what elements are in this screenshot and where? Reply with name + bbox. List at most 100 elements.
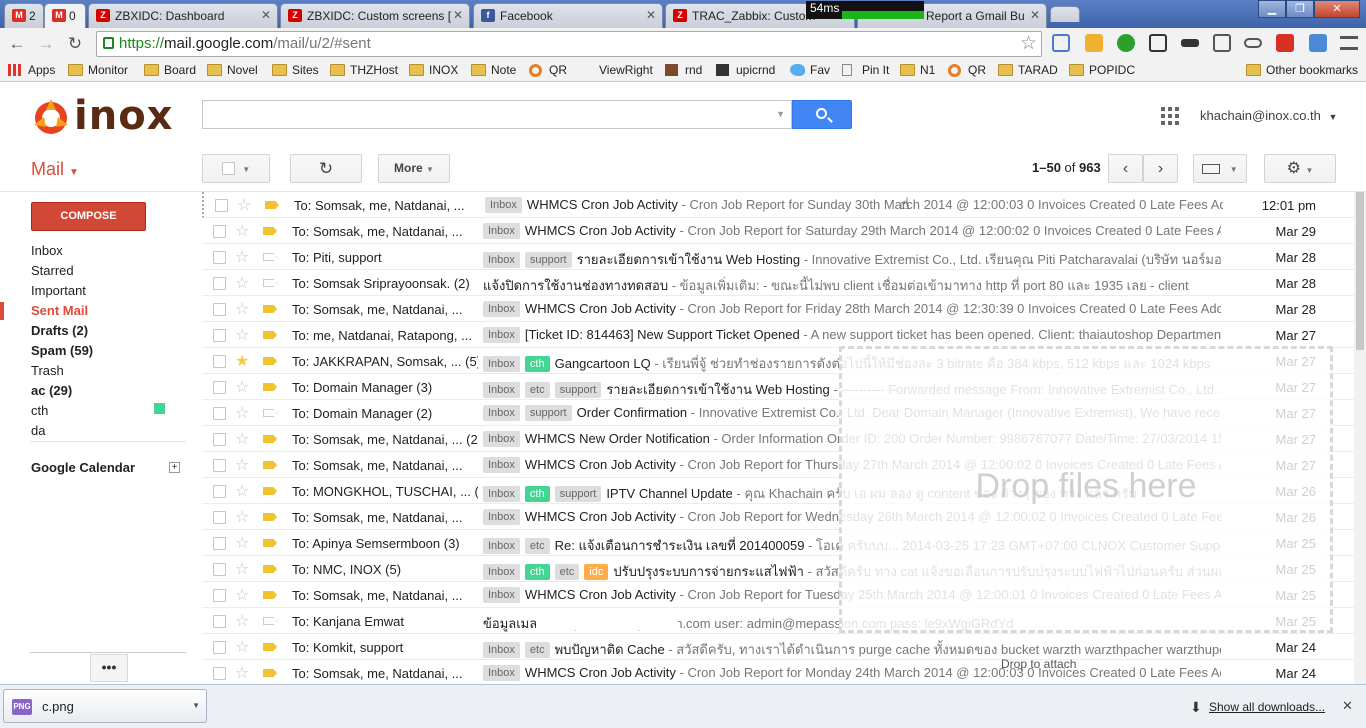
close-tab-icon[interactable]: ✕ [453,8,463,22]
google-apps-icon[interactable] [1161,107,1179,125]
label-chip-inbox[interactable]: Inbox [483,564,520,580]
search-button[interactable] [792,100,852,129]
label-chip-support[interactable]: support [524,252,572,268]
input-tools-button[interactable]: ▼ [1193,154,1247,183]
importance-marker-icon[interactable] [263,279,277,287]
newer-button[interactable]: ‹ [1108,154,1143,183]
nav-spam[interactable]: Spam (59) [31,343,93,358]
importance-marker-icon[interactable] [265,201,279,209]
label-chip-inbox[interactable]: Inbox [483,431,520,447]
label-chip-inbox[interactable]: Inbox [483,327,520,343]
row-checkbox[interactable] [213,459,226,472]
tab-zbxidc-dashboard[interactable]: Z ZBXIDC: Dashboard ✕ [88,3,278,28]
label-chip-cth[interactable]: cth [524,486,550,502]
label-chip-support[interactable]: support [554,486,602,502]
message-row[interactable]: ☆ To: me, Natdanai, Ratapong, ... Inbox [Ti… [202,322,1354,348]
nav-label-cth[interactable]: cth [31,403,48,418]
star-icon[interactable]: ☆ [235,533,249,553]
bookmark-board[interactable]: Board [144,63,196,77]
close-window-icon[interactable]: ✕ [1314,0,1360,18]
nav-label-ac[interactable]: ac (29) [31,383,72,398]
chrome-menu-icon[interactable] [1340,36,1358,50]
label-chip-inbox[interactable]: Inbox [483,665,520,681]
importance-marker-icon[interactable] [263,539,277,547]
nav-drafts[interactable]: Drafts (2) [31,323,88,338]
bookmark-apps[interactable]: Apps [8,63,55,77]
star-icon[interactable]: ☆ [235,377,249,397]
download-item[interactable]: PNG c.png ▼ [3,689,207,723]
label-chip-cth[interactable]: cth [524,564,550,580]
label-chip-support[interactable]: support [524,405,572,421]
importance-marker-icon[interactable] [263,565,277,573]
extension-calendar-icon[interactable] [1085,34,1103,52]
close-tab-icon[interactable]: ✕ [261,8,271,22]
tab-gmail-1[interactable]: M 2 [4,3,44,28]
inox-logo[interactable]: inox [30,93,176,139]
bookmark-note[interactable]: Note [471,63,516,77]
label-chip-inbox[interactable]: Inbox [483,405,520,421]
bookmark-n1[interactable]: N1 [900,63,935,77]
mail-switcher[interactable]: Mail ▼ [31,159,79,180]
settings-button[interactable]: ⚙ ▼ [1264,154,1336,183]
label-chip-inbox[interactable]: Inbox [483,223,520,239]
message-row[interactable]: ☆ To: Somsak, me, Natdanai, ... Inbox WHMCS… [202,218,1354,244]
bookmark-monitor[interactable]: Monitor [68,63,128,77]
extension-mask-icon[interactable] [1181,39,1199,47]
new-tab-button[interactable] [1050,6,1080,22]
close-tab-icon[interactable]: ✕ [1030,8,1040,22]
show-all-downloads-link[interactable]: Show all downloads... [1209,700,1325,714]
label-chip-inbox[interactable]: Inbox [483,382,520,398]
maximize-icon[interactable]: ❐ [1286,0,1314,18]
compose-button[interactable]: COMPOSE [31,202,146,231]
message-row[interactable]: ☆ To: Somsak, me, Natdanai, ... Inbox WHMCS… [202,296,1354,322]
row-checkbox[interactable] [213,433,226,446]
bookmark-pin-it[interactable]: Pin It [842,63,889,77]
nav-starred[interactable]: Starred [31,263,74,278]
more-options-button[interactable]: ••• [90,654,128,682]
nav-trash[interactable]: Trash [31,363,64,378]
message-row[interactable]: ☆ To: Somsak, me, Natdanai, ... Inbox WHMCS… [202,192,1354,218]
bookmark-thzhost[interactable]: THZHost [330,63,398,77]
message-row[interactable]: ☆ To: Komkit, support Inbox etc พบปัญหาติด C… [202,634,1354,660]
tab-gmail-2[interactable]: M 0 [44,3,86,28]
label-chip-etc[interactable]: etc [524,642,550,658]
forward-icon[interactable]: → [35,33,57,55]
close-icon[interactable]: ✕ [1342,698,1353,714]
minimize-icon[interactable]: ▁ [1258,0,1286,18]
importance-marker-icon[interactable] [263,305,277,313]
label-chip-inbox[interactable]: Inbox [483,538,520,554]
importance-marker-icon[interactable] [263,669,277,677]
importance-marker-icon[interactable] [263,383,277,391]
star-icon[interactable]: ☆ [235,299,249,319]
bookmark-other-bookmarks[interactable]: Other bookmarks [1246,63,1358,77]
extension-screen-icon[interactable] [1309,34,1327,52]
select-checkbox[interactable] [221,162,235,176]
row-checkbox[interactable] [213,537,226,550]
search-input[interactable]: ▼ [202,100,792,129]
bookmark-viewright[interactable]: ViewRight [579,63,653,77]
bookmark-rnd[interactable]: rnd [665,63,702,77]
extension-leaf-icon[interactable] [1117,34,1135,52]
label-color-swatch[interactable] [154,403,165,414]
row-checkbox[interactable] [213,511,226,524]
importance-marker-icon[interactable] [263,409,277,417]
star-icon[interactable]: ☆ [235,637,249,657]
label-chip-inbox[interactable]: Inbox [483,457,520,473]
importance-marker-icon[interactable] [263,617,277,625]
row-checkbox[interactable] [213,329,226,342]
label-chip-cth[interactable]: cth [524,356,550,372]
message-row[interactable]: ☆ To: Somsak, me, Natdanai, ... Inbox WHMCS… [202,660,1354,684]
label-chip-etc[interactable]: etc [524,538,550,554]
row-checkbox[interactable] [213,485,226,498]
tab-facebook[interactable]: f Facebook ✕ [473,3,663,28]
message-row[interactable]: ☆ To: Piti, support Inbox support รายละเอียด… [202,244,1354,270]
label-chip-inbox[interactable]: Inbox [483,509,520,525]
row-checkbox[interactable] [213,355,226,368]
account-menu[interactable]: khachain@inox.co.th ▼ [1200,108,1337,123]
importance-marker-icon[interactable] [263,331,277,339]
importance-marker-icon[interactable] [263,513,277,521]
bookmark-star-icon[interactable]: ☆ [1020,32,1037,55]
message-row[interactable]: ☆ To: Somsak Sriprayoonsak. (2) แจ้งปิดการ… [202,270,1354,296]
row-checkbox[interactable] [213,407,226,420]
select-all-button[interactable]: ▼ [202,154,270,183]
